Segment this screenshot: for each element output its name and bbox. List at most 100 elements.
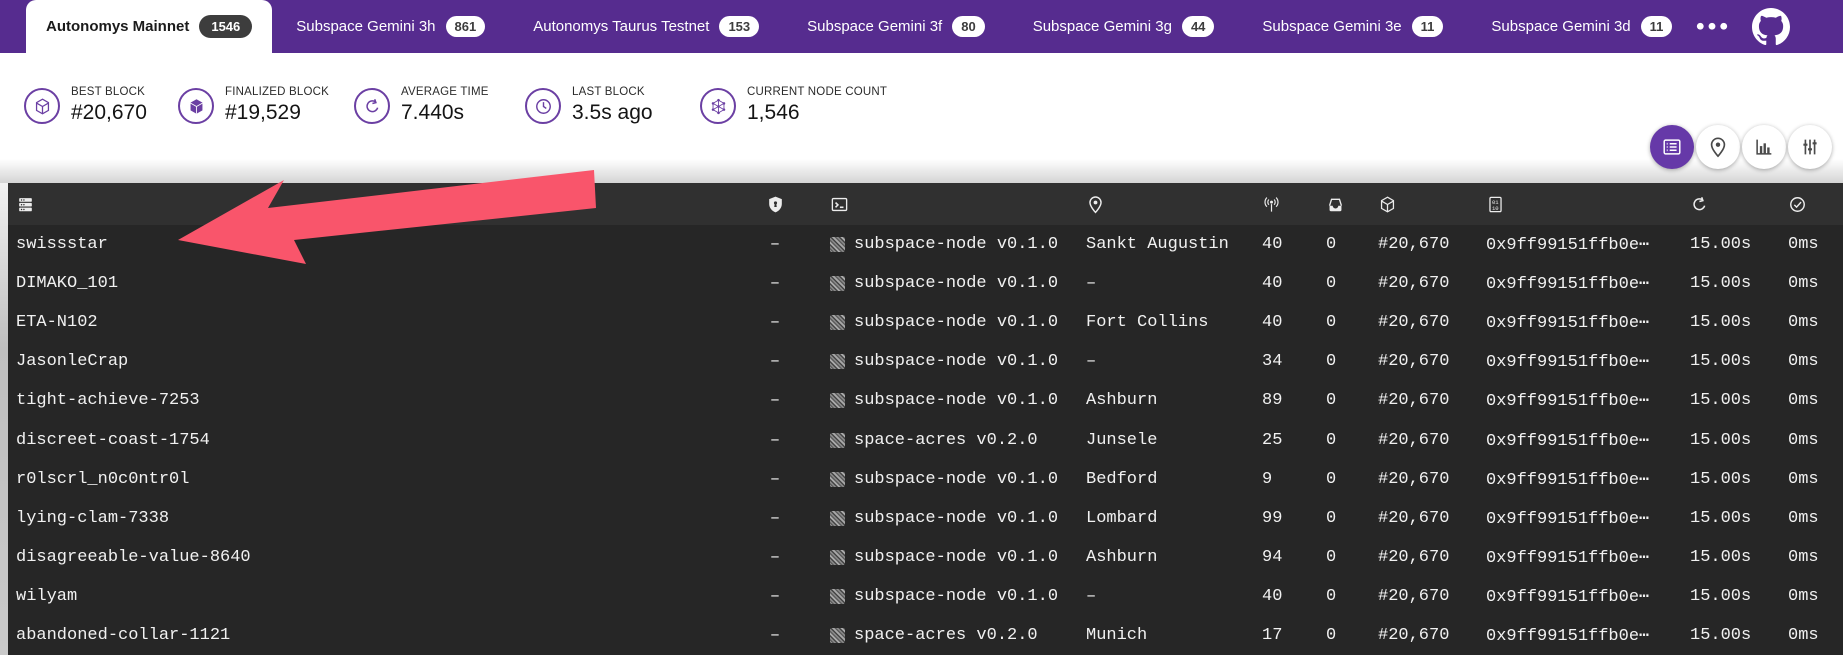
network-tab-bar: Autonomys Mainnet 1546 Subspace Gemini 3… <box>0 0 1843 53</box>
column-implementation[interactable] <box>810 195 1076 214</box>
stats-view[interactable] <box>1742 125 1786 169</box>
block-hash-cell: 0x9ff99151ffb0e⋯ <box>1480 351 1680 372</box>
table-row[interactable]: swissstar – subspace-node v0.1.0 Sankt A… <box>8 225 1843 264</box>
table-row[interactable]: ETA-N102 – subspace-node v0.1.0 Fort Col… <box>8 303 1843 342</box>
peer-count-cell: 34 <box>1250 352 1310 371</box>
peer-count-cell: 40 <box>1250 274 1310 293</box>
subspace-logo-icon <box>830 276 845 291</box>
location-cell: Fort Collins <box>1076 313 1250 332</box>
column-validator[interactable] <box>740 195 810 214</box>
column-transactions-in-queue[interactable] <box>1310 195 1370 214</box>
location-cell: Sankt Augustin <box>1076 235 1250 254</box>
table-header-row: 0110 <box>8 183 1843 225</box>
node-name-cell: ETA-N102 <box>8 313 740 332</box>
table-row[interactable]: discreet-coast-1754 – space-acres v0.2.0… <box>8 420 1843 459</box>
block-propagation-cell: 0ms <box>1780 626 1843 645</box>
block-hash-cell: 0x9ff99151ffb0e⋯ <box>1480 234 1680 255</box>
node-count-badge: 153 <box>719 16 759 37</box>
column-location[interactable] <box>1076 195 1250 214</box>
tabbar-right-controls <box>1696 0 1843 53</box>
list-view[interactable] <box>1650 125 1694 169</box>
block-time-cell: 15.00s <box>1680 470 1780 489</box>
validator-cell: – <box>740 470 810 489</box>
validator-cell: – <box>740 548 810 567</box>
txs-in-queue-cell: 0 <box>1310 470 1370 489</box>
node-name-cell: lying-clam-7338 <box>8 509 740 528</box>
table-row[interactable]: abandoned-collar-1121 – space-acres v0.2… <box>8 616 1843 655</box>
table-row[interactable]: wilyam – subspace-node v0.1.0 – 40 0 #20… <box>8 577 1843 616</box>
stat-icon <box>700 88 736 124</box>
network-tab[interactable]: Subspace Gemini 3h 861 <box>272 0 509 53</box>
implementation-cell: subspace-node v0.1.0 <box>810 509 1076 528</box>
validator-cell: – <box>740 509 810 528</box>
implementation-cell: subspace-node v0.1.0 <box>810 235 1076 254</box>
column-peer-count[interactable] <box>1250 195 1310 214</box>
block-number-cell: #20,670 <box>1370 587 1480 606</box>
implementation-cell: space-acres v0.2.0 <box>810 431 1076 450</box>
stat-value: 3.5s ago <box>572 101 653 125</box>
column-block-propagation[interactable] <box>1780 195 1843 214</box>
location-cell: – <box>1076 352 1250 371</box>
implementation-cell: subspace-node v0.1.0 <box>810 274 1076 293</box>
stat-item: BEST BLOCK #20,670 <box>24 86 147 125</box>
table-row[interactable]: r0lscrl_n0c0ntr0l – subspace-node v0.1.0… <box>8 460 1843 499</box>
block-hash-cell: 0x9ff99151ffb0e⋯ <box>1480 430 1680 451</box>
network-tab-label: Subspace Gemini 3d <box>1491 18 1630 35</box>
stat-icon <box>24 88 60 124</box>
table-body: swissstar – subspace-node v0.1.0 Sankt A… <box>8 225 1843 655</box>
subspace-logo-icon <box>830 589 845 604</box>
subspace-logo-icon <box>830 315 845 330</box>
stat-label: BEST BLOCK <box>71 86 147 98</box>
peer-count-cell: 89 <box>1250 391 1310 410</box>
subspace-logo-icon <box>830 237 845 252</box>
location-cell: Munich <box>1076 626 1250 645</box>
column-block-time[interactable] <box>1680 195 1780 214</box>
github-icon[interactable] <box>1752 8 1790 46</box>
txs-in-queue-cell: 0 <box>1310 235 1370 254</box>
stat-label: LAST BLOCK <box>572 86 653 98</box>
column-icon <box>1262 195 1281 214</box>
subspace-logo-icon <box>830 472 845 487</box>
network-tab[interactable]: Subspace Gemini 3e 11 <box>1238 0 1467 53</box>
column-node-name[interactable] <box>8 195 740 214</box>
block-time-cell: 15.00s <box>1680 313 1780 332</box>
location-cell: Ashburn <box>1076 548 1250 567</box>
network-tab[interactable]: Autonomys Taurus Testnet 153 <box>509 0 783 53</box>
table-row[interactable]: disagreeable-value-8640 – subspace-node … <box>8 538 1843 577</box>
table-row[interactable]: tight-achieve-7253 – subspace-node v0.1.… <box>8 381 1843 420</box>
implementation-cell: subspace-node v0.1.0 <box>810 391 1076 410</box>
column-block-number[interactable] <box>1370 195 1480 214</box>
stat-item: AVERAGE TIME 7.440s <box>354 86 489 125</box>
validator-cell: – <box>740 313 810 332</box>
node-name-cell: disagreeable-value-8640 <box>8 548 740 567</box>
column-icon <box>1326 195 1345 214</box>
node-count-badge: 1546 <box>199 15 252 38</box>
network-tab-label: Subspace Gemini 3g <box>1033 18 1172 35</box>
subspace-logo-icon <box>830 393 845 408</box>
network-tab-label: Autonomys Mainnet <box>46 18 189 35</box>
network-tab[interactable]: Subspace Gemini 3f 80 <box>783 0 1009 53</box>
network-tab[interactable]: Subspace Gemini 3g 44 <box>1009 0 1239 53</box>
location-cell: – <box>1076 587 1250 606</box>
validator-cell: – <box>740 587 810 606</box>
map-view[interactable] <box>1696 125 1740 169</box>
column-icon <box>1086 195 1105 214</box>
table-row[interactable]: DIMAKO_101 – subspace-node v0.1.0 – 40 0… <box>8 264 1843 303</box>
block-propagation-cell: 0ms <box>1780 352 1843 371</box>
peer-count-cell: 40 <box>1250 587 1310 606</box>
table-left-scrollbar[interactable] <box>0 183 8 655</box>
network-tab[interactable]: Subspace Gemini 3d 11 <box>1467 0 1696 53</box>
peer-count-cell: 25 <box>1250 431 1310 450</box>
block-number-cell: #20,670 <box>1370 313 1480 332</box>
block-hash-cell: 0x9ff99151ffb0e⋯ <box>1480 390 1680 411</box>
table-row[interactable]: lying-clam-7338 – subspace-node v0.1.0 L… <box>8 499 1843 538</box>
more-tabs-button[interactable] <box>1696 22 1728 31</box>
stat-value: 1,546 <box>747 101 887 125</box>
column-block-hash[interactable]: 0110 <box>1480 195 1680 214</box>
network-tab[interactable]: Autonomys Mainnet 1546 <box>26 0 272 53</box>
stat-label: CURRENT NODE COUNT <box>747 86 887 98</box>
table-row[interactable]: JasonleCrap – subspace-node v0.1.0 – 34 … <box>8 342 1843 381</box>
settings-view[interactable] <box>1788 125 1832 169</box>
peer-count-cell: 99 <box>1250 509 1310 528</box>
node-count-badge: 11 <box>1641 16 1673 37</box>
